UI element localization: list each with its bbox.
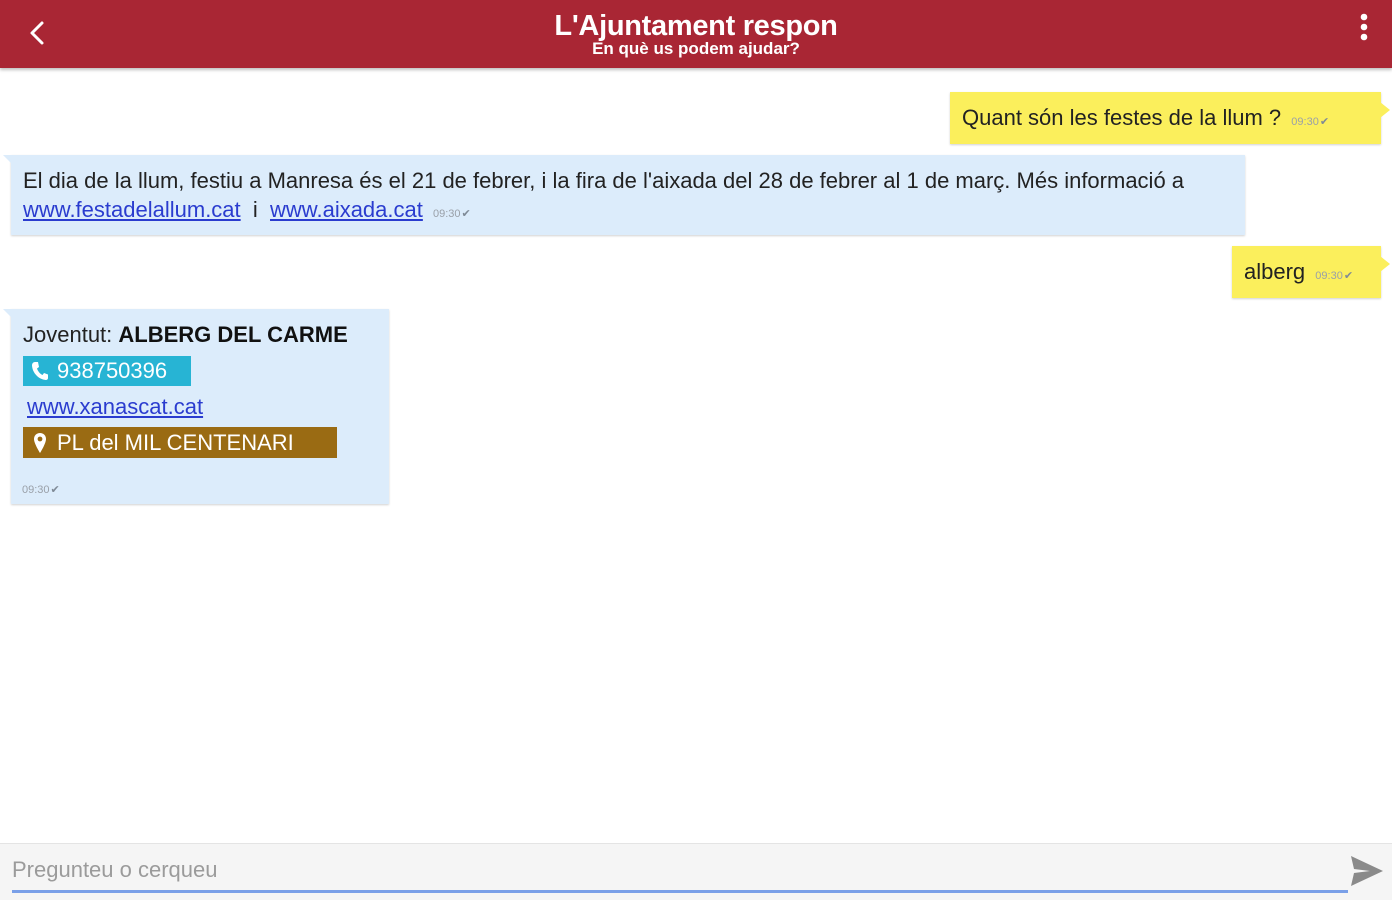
phone-number: 938750396 [57, 358, 168, 383]
festadelallum-link[interactable]: www.festadelallum.cat [23, 197, 241, 222]
message-list[interactable]: Quant són les festes de la llum ? 09:30✔… [0, 68, 1392, 843]
place-card-message: Joventut: ALBERG DEL CARME 938750396 www… [3, 309, 389, 504]
incoming-message: El dia de la llum, festiu a Manresa és e… [3, 155, 1245, 235]
message-time: 09:30 [1315, 270, 1343, 282]
message-time-row: 09:30✔ [22, 473, 60, 499]
question-input[interactable] [12, 850, 1348, 893]
phone-call-button[interactable]: 938750396 [23, 356, 191, 386]
app-header: L'Ajuntament respon En què us podem ajud… [0, 0, 1392, 68]
place-card-title: Joventut: ALBERG DEL CARME [23, 322, 348, 348]
page-title: L'Ajuntament respon [554, 10, 838, 42]
composer-bar [0, 843, 1392, 900]
double-check-icon: ✔ [50, 484, 60, 496]
message-text: Quant són les festes de la llum ? [962, 105, 1282, 130]
double-check-icon: ✔ [1319, 116, 1330, 128]
address-text: PL del MIL CENTENARI [57, 429, 294, 455]
address-map-button[interactable]: PL del MIL CENTENARI [23, 427, 337, 458]
send-icon [1350, 855, 1384, 892]
overflow-menu-button[interactable] [1350, 12, 1378, 46]
page-subtitle: En què us podem ajudar? [592, 39, 800, 58]
message-time: 09:30 [1291, 116, 1319, 128]
send-button[interactable] [1348, 854, 1386, 892]
map-pin-icon [23, 432, 57, 454]
header-titles: L'Ajuntament respon En què us podem ajud… [0, 10, 1392, 58]
place-name: ALBERG DEL CARME [118, 322, 348, 347]
more-vertical-icon [1360, 12, 1368, 47]
message-joiner: i [252, 197, 258, 222]
message-text: alberg [1244, 259, 1306, 284]
outgoing-message: Quant són les festes de la llum ? 09:30✔ [950, 92, 1390, 144]
chat-app: L'Ajuntament respon En què us podem ajud… [0, 0, 1392, 900]
place-category: Joventut: [23, 322, 113, 347]
message-text: El dia de la llum, festiu a Manresa és e… [23, 168, 1185, 193]
aixada-link[interactable]: www.aixada.cat [270, 197, 423, 222]
double-check-icon: ✔ [1343, 270, 1354, 282]
message-time: 09:30 [433, 208, 461, 220]
message-time: 09:30 [22, 484, 50, 496]
website-link[interactable]: www.xanascat.cat [27, 394, 203, 420]
phone-icon [23, 361, 57, 381]
outgoing-message: alberg 09:30✔ [1232, 246, 1390, 298]
double-check-icon: ✔ [461, 208, 471, 220]
